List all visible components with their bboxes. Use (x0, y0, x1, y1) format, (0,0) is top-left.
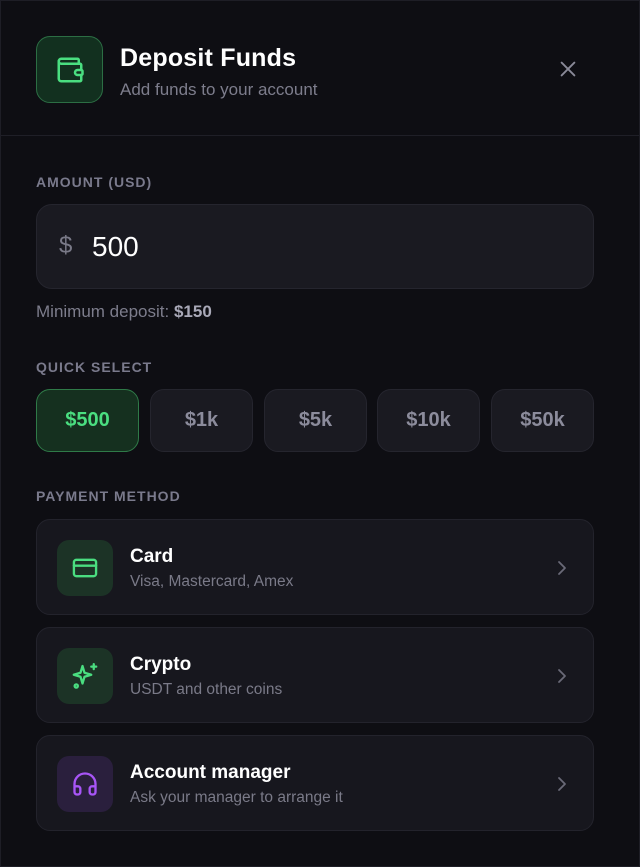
payment-method-crypto[interactable]: Crypto USDT and other coins (36, 627, 594, 723)
credit-card-icon (57, 540, 113, 596)
min-deposit-note: Minimum deposit: $150 (36, 302, 212, 322)
modal-subtitle: Add funds to your account (120, 80, 318, 99)
modal-title: Deposit Funds (120, 44, 297, 72)
method-subtitle: Ask your manager to arrange it (130, 789, 343, 806)
amount-input[interactable] (92, 225, 562, 269)
amount-field[interactable]: $ (36, 204, 594, 289)
sparkles-icon (57, 648, 113, 704)
headphones-icon (57, 756, 113, 812)
quick-select-1k[interactable]: $1k (150, 389, 253, 452)
quick-select-label: QUICK SELECT (36, 359, 153, 375)
min-deposit-value: $150 (173, 302, 212, 321)
method-title: Account manager (130, 762, 291, 783)
amount-label: AMOUNT (USD) (36, 174, 153, 190)
quick-select-50k[interactable]: $50k (491, 389, 594, 452)
deposit-modal: Deposit Funds Add funds to your account … (0, 0, 640, 867)
close-icon (560, 61, 576, 77)
chevron-right-icon (553, 558, 571, 578)
method-title: Card (130, 546, 174, 567)
chevron-right-icon (553, 774, 571, 794)
min-deposit-label: Minimum deposit: (36, 302, 170, 321)
method-title: Crypto (130, 654, 192, 675)
payment-method-card[interactable]: Card Visa, Mastercard, Amex (36, 519, 594, 615)
quick-select-500[interactable]: $500 (36, 389, 139, 452)
payment-method-account-manager[interactable]: Account manager Ask your manager to arra… (36, 735, 594, 831)
quick-select-5k[interactable]: $5k (264, 389, 367, 452)
method-subtitle: USDT and other coins (130, 681, 283, 698)
quick-select-10k[interactable]: $10k (377, 389, 480, 452)
currency-symbol: $ (59, 232, 73, 259)
modal-header: Deposit Funds Add funds to your account (1, 1, 639, 136)
method-subtitle: Visa, Mastercard, Amex (130, 573, 294, 590)
close-button[interactable] (553, 54, 583, 84)
wallet-icon (36, 36, 103, 103)
payment-method-label: PAYMENT METHOD (36, 488, 181, 504)
chevron-right-icon (553, 666, 571, 686)
